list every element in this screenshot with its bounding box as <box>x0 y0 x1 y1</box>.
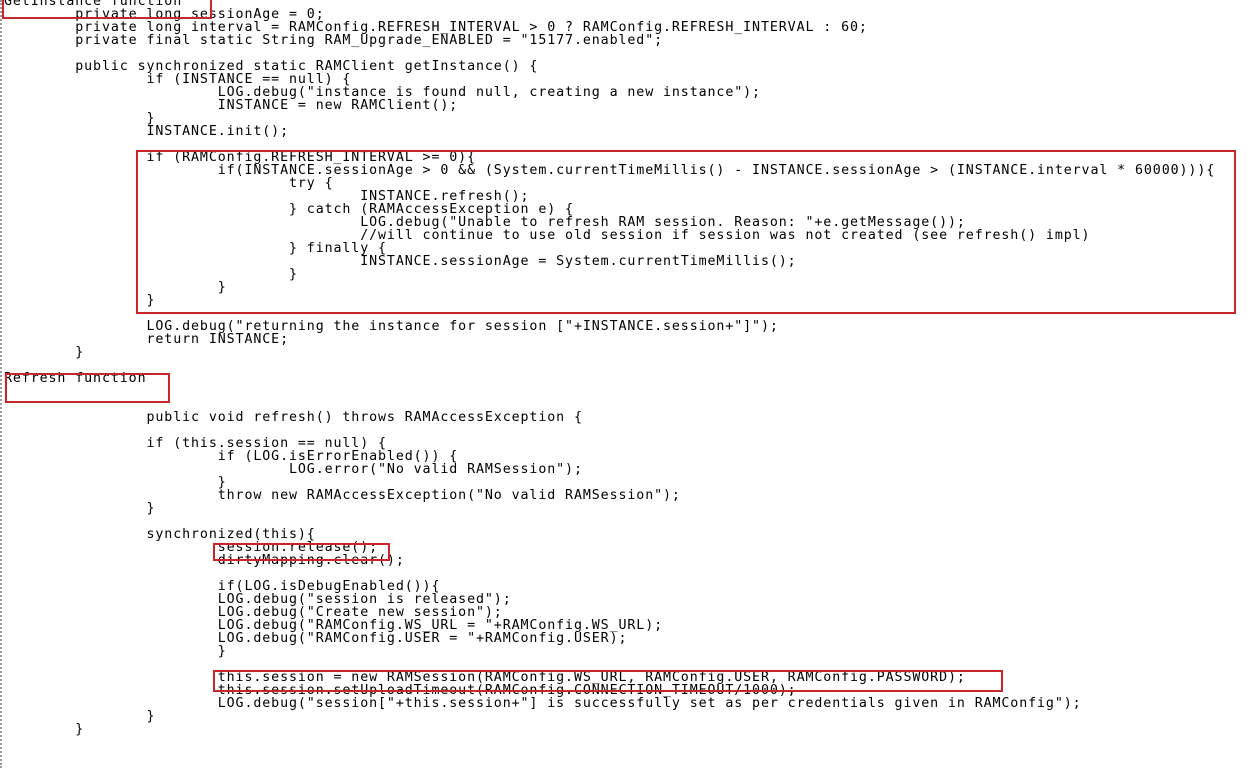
code-line: Refresh function <box>4 371 147 386</box>
code-line: } <box>4 345 85 360</box>
code-line: INSTANCE = new RAMClient(); <box>4 98 459 113</box>
code-listing: GetInstance function private long sessio… <box>4 0 1215 736</box>
code-line: dirtyMapping.clear(); <box>4 553 405 568</box>
code-line: } <box>4 280 227 295</box>
code-line: public void refresh() throws RAMAccessEx… <box>4 410 583 425</box>
code-line: } <box>4 722 85 737</box>
code-line: } <box>4 644 227 659</box>
code-line: } <box>4 501 156 516</box>
code-line: return INSTANCE; <box>4 332 289 347</box>
code-line: } <box>4 709 156 724</box>
code-line: } <box>4 293 156 308</box>
code-screenshot: GetInstance function private long sessio… <box>0 0 1255 768</box>
code-line: throw new RAMAccessException("No valid R… <box>4 488 681 503</box>
code-line: private final static String RAM_Upgrade_… <box>4 33 663 48</box>
code-line: INSTANCE.init(); <box>4 124 289 139</box>
code-line: LOG.debug("session["+this.session+"] is … <box>4 696 1082 711</box>
